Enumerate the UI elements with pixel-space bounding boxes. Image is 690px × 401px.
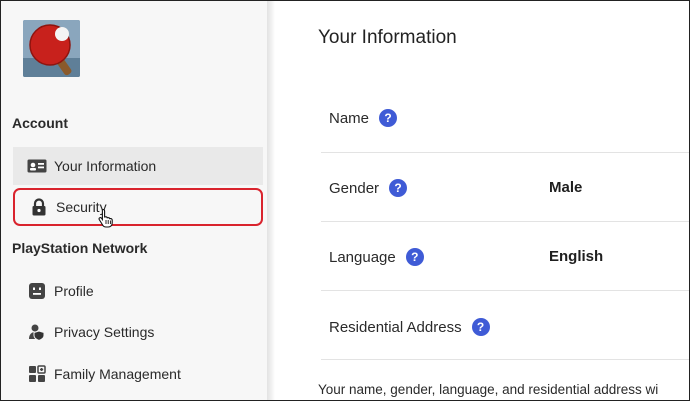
row-label: Name ? xyxy=(329,109,398,127)
row-label-text: Language xyxy=(329,248,396,266)
sidebar-item-label: Family Management xyxy=(54,366,181,382)
info-row-gender[interactable]: Gender ? Male xyxy=(321,154,689,222)
sidebar-item-privacy-settings[interactable]: Privacy Settings xyxy=(13,313,263,351)
row-label-text: Residential Address xyxy=(329,318,462,336)
id-card-icon xyxy=(27,156,47,176)
account-heading: Account xyxy=(12,115,68,131)
help-icon[interactable]: ? xyxy=(405,248,424,266)
sidebar-item-label: Profile xyxy=(54,283,94,299)
row-label: Gender ? xyxy=(329,179,408,197)
sidebar-item-label: Privacy Settings xyxy=(54,324,155,340)
row-label-text: Gender xyxy=(329,179,380,197)
help-icon[interactable]: ? xyxy=(389,179,408,197)
hand-cursor-icon xyxy=(97,208,115,233)
row-value: English xyxy=(549,248,604,265)
row-value: Male xyxy=(549,179,583,196)
sidebar-divider xyxy=(267,1,275,400)
row-label: Residential Address ? xyxy=(329,318,490,336)
help-icon[interactable]: ? xyxy=(379,109,398,127)
sidebar-item-label: Your Information xyxy=(54,158,157,174)
family-icon xyxy=(27,364,47,384)
row-label-text: Name xyxy=(329,109,370,127)
footer-note: Your name, gender, language, and residen… xyxy=(318,382,659,397)
face-icon xyxy=(27,281,47,301)
sidebar-item-family-management[interactable]: Family Management xyxy=(13,355,263,393)
avatar[interactable] xyxy=(23,20,80,77)
info-row-language[interactable]: Language ? English xyxy=(321,223,689,291)
sidebar-item-security[interactable]: Security xyxy=(13,188,263,226)
ping-pong-paddle-icon xyxy=(23,20,80,77)
help-icon[interactable]: ? xyxy=(471,318,490,336)
sidebar-item-your-information[interactable]: Your Information xyxy=(13,147,263,185)
settings-window: Account Your Information Security PlaySt… xyxy=(0,0,690,401)
info-row-name[interactable]: Name ? xyxy=(321,85,689,153)
main-content: Your Information Name ? Gender ? Male La… xyxy=(275,1,689,400)
sidebar-item-profile[interactable]: Profile xyxy=(13,272,263,310)
privacy-icon xyxy=(27,322,47,342)
info-row-residential-address[interactable]: Residential Address ? xyxy=(321,292,689,360)
psn-heading: PlayStation Network xyxy=(12,240,148,256)
page-title: Your Information xyxy=(318,27,457,48)
sidebar: Account Your Information Security PlaySt… xyxy=(1,1,267,400)
row-label: Language ? xyxy=(329,248,424,266)
lock-icon xyxy=(29,197,49,217)
